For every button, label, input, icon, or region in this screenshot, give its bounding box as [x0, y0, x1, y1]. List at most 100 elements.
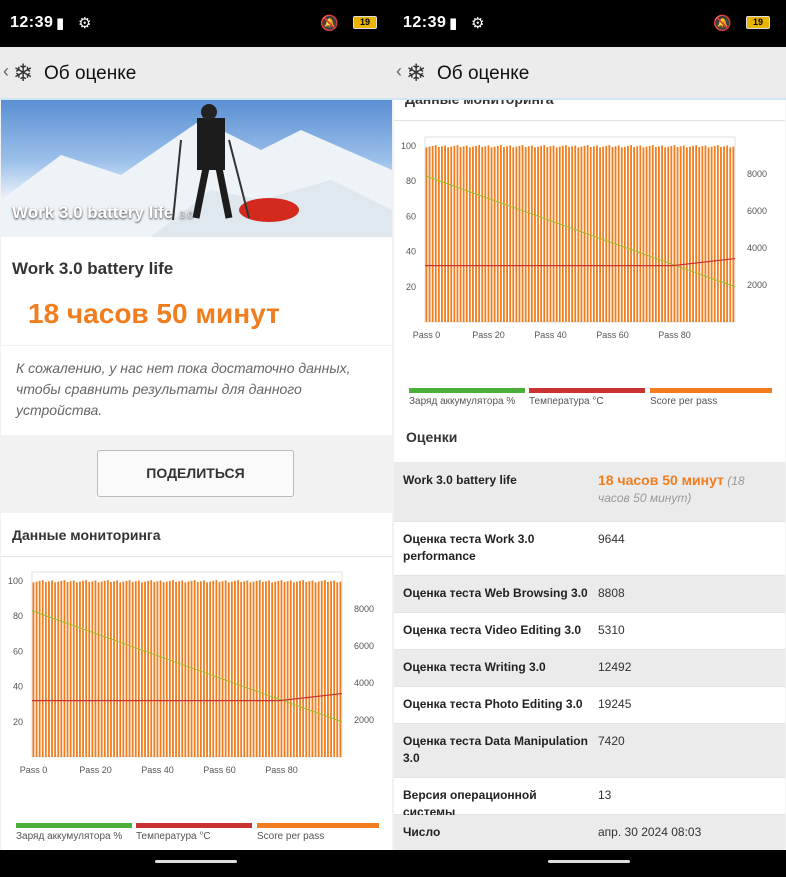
score-bar [317, 581, 320, 757]
monitoring-card: Данные мониторинга 20 40 60 80 100 2000 4000 60… [1, 513, 392, 850]
plot-area [424, 136, 736, 323]
score-bar [726, 145, 729, 322]
score-bar [530, 145, 533, 322]
legend-temperature-label: Температура °C [529, 396, 604, 407]
score-bar [518, 145, 521, 322]
score-value: апр. 30 2024 08:03 [598, 825, 702, 839]
score-bar [119, 582, 122, 757]
no-data-card: К сожалению, у нас нет пока достаточно д… [1, 346, 392, 435]
score-bar [685, 147, 688, 322]
share-button[interactable]: ПОДЕЛИТЬСЯ [97, 450, 294, 497]
score-bar [51, 580, 53, 757]
monitoring-chart: 20 40 60 80 100 2000 4000 6000 8000 Pass 0 Pass 20… [401, 136, 767, 340]
mute-icon: 🔕 [713, 15, 732, 32]
score-bar [187, 581, 190, 757]
y-right-tick-label: 6000 [354, 641, 374, 651]
score-bar [648, 145, 651, 322]
test-name: Work 3.0 battery life [12, 259, 174, 278]
score-bar [716, 145, 719, 322]
score-bar [453, 145, 456, 322]
score-bar [707, 147, 710, 322]
score-bar [732, 146, 735, 322]
battery-life-result: 18 часов 50 минут [28, 298, 280, 329]
home-gesture-pill[interactable] [155, 860, 237, 863]
score-bar [723, 146, 725, 322]
score-bar [636, 146, 639, 322]
home-gesture-pill[interactable] [548, 860, 630, 863]
score-bar [305, 581, 308, 757]
score-bar [506, 146, 508, 322]
score-bar [113, 581, 115, 757]
score-bar [178, 581, 181, 757]
back-icon[interactable]: ‹ [3, 61, 9, 82]
score-bar [296, 581, 298, 757]
scroll-content[interactable]: Данные мониторинга 20 40 60 80 100 2000 4000 60… [393, 100, 786, 850]
score-bar [252, 581, 255, 757]
score-bar [499, 145, 502, 322]
score-bar [144, 581, 146, 757]
score-value: 9644 [598, 532, 625, 546]
score-bar [552, 145, 555, 322]
score-bar [543, 145, 546, 322]
legend-battery: Заряд аккумулятора % [409, 388, 525, 407]
score-key: Оценка теста Data Manipulation 3.0 [403, 734, 588, 765]
score-value: 19245 [598, 697, 632, 711]
navigation-bar [393, 850, 786, 877]
score-bar [468, 147, 471, 322]
x-tick-label: Pass 40 [141, 765, 174, 775]
plot-area [31, 571, 343, 758]
score-bar [190, 580, 193, 757]
score-bar [546, 146, 549, 322]
y-left-tick-label: 100 [8, 576, 23, 586]
score-bar [682, 145, 685, 322]
score-bar [537, 146, 539, 322]
score-bar [654, 146, 657, 322]
scroll-content[interactable]: Work 3.0 battery life 3.0 Work 3.0 batter… [0, 100, 393, 850]
score-bar [57, 581, 60, 757]
score-bar [330, 581, 332, 757]
x-tick-label: Pass 40 [534, 330, 567, 340]
divider [394, 120, 785, 121]
score-bar [265, 581, 267, 757]
score-bar [66, 581, 69, 757]
y-left-tick-label: 20 [406, 282, 416, 292]
score-bar [503, 146, 505, 322]
score-bar [630, 145, 632, 322]
back-icon[interactable]: ‹ [396, 61, 402, 82]
score-bar [35, 581, 38, 757]
score-bar [639, 145, 642, 322]
score-bar [692, 145, 694, 322]
battery-icon: 19 [353, 16, 377, 29]
legend-temperature-swatch [529, 388, 645, 393]
score-bar [153, 581, 156, 757]
score-bar [524, 146, 527, 322]
score-bar [215, 580, 218, 757]
score-key: Оценка теста Work 3.0 performance [403, 532, 535, 563]
score-bar [602, 146, 605, 322]
score-bar [268, 580, 270, 757]
x-tick-label: Pass 20 [472, 330, 505, 340]
score-value: 8808 [598, 586, 625, 600]
score-bar [444, 145, 446, 322]
score-bar [32, 582, 35, 757]
score-bar [311, 580, 314, 757]
score-bar [162, 582, 165, 757]
score-bar [670, 145, 673, 322]
score-value: 18 часов 50 минут (18 часов 50 минут) [598, 472, 778, 507]
score-bar [689, 146, 691, 322]
score-bar [478, 145, 481, 322]
score-bar [472, 146, 474, 322]
score-bar [199, 581, 202, 757]
score-bar [437, 146, 440, 322]
score-bar [94, 580, 97, 757]
score-bar [302, 580, 305, 757]
score-bar [221, 581, 224, 757]
score-bar [679, 146, 682, 322]
monitoring-title: Данные мониторинга [405, 100, 554, 107]
score-bar [534, 147, 536, 322]
score-bar [240, 581, 243, 757]
score-bar [701, 146, 704, 322]
score-bar [540, 145, 543, 322]
score-bar [327, 581, 329, 757]
score-key: Оценка теста Photo Editing 3.0 [403, 697, 583, 711]
